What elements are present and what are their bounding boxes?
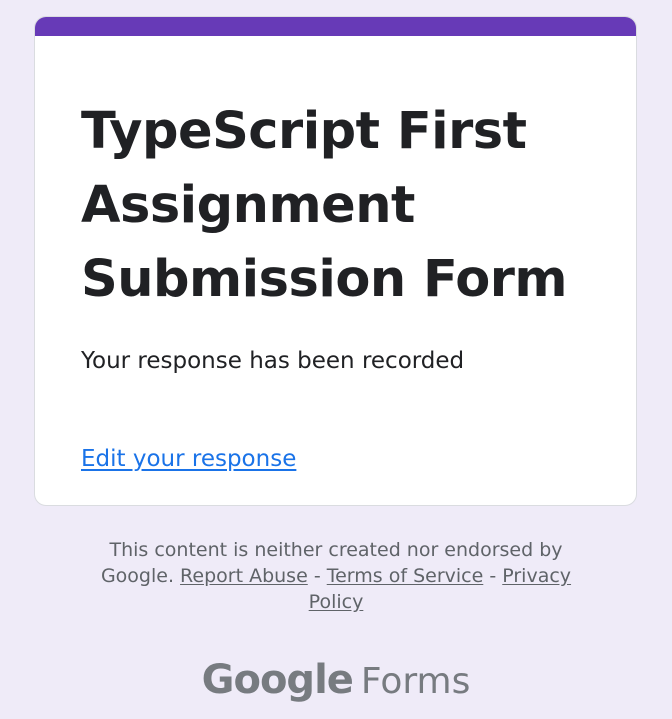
forms-wordmark: Forms	[360, 661, 471, 702]
footer-disclaimer: This content is neither created nor endo…	[80, 537, 592, 615]
footer-separator: -	[489, 565, 497, 587]
confirmation-message: Your response has been recorded	[81, 348, 465, 374]
terms-of-service-link[interactable]: Terms of Service	[327, 565, 484, 587]
google-wordmark: Google	[201, 657, 354, 703]
form-response-card: TypeScript First Assignment Submission F…	[34, 16, 637, 506]
report-abuse-link[interactable]: Report Abuse	[180, 565, 308, 587]
footer-separator: -	[313, 565, 321, 587]
form-title: TypeScript First Assignment Submission F…	[81, 102, 568, 309]
edit-response-link[interactable]: Edit your response	[81, 441, 296, 477]
card-accent-bar	[35, 17, 636, 36]
google-forms-logo[interactable]: Google Forms	[0, 650, 672, 719]
